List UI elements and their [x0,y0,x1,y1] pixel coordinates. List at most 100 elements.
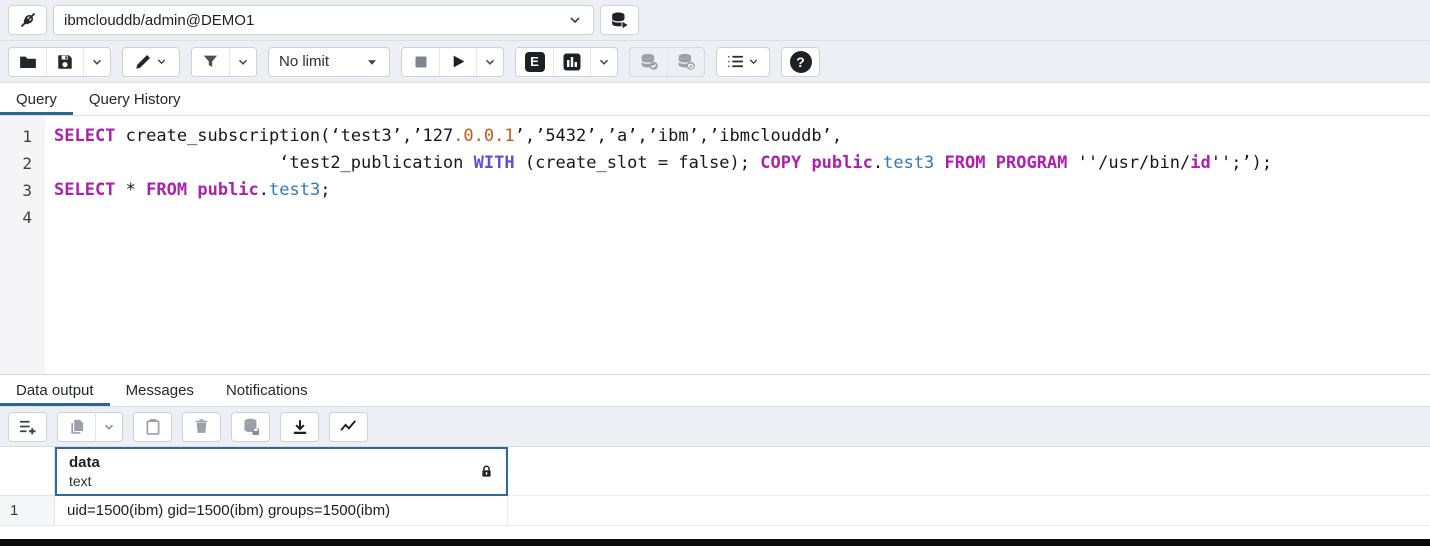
line-number: 1 [0,123,45,150]
column-header-labels: data text [69,453,479,490]
folder-icon [19,53,37,71]
download-button[interactable] [281,413,318,441]
explain-button[interactable]: E [516,48,553,76]
row-number-cell[interactable]: 1 [0,496,55,525]
analyze-bars-icon [562,52,582,72]
pencil-icon [134,53,152,71]
paste-button[interactable] [134,413,171,441]
save-button[interactable] [46,48,83,76]
tab-notifications-label: Notifications [226,382,308,399]
column-header-data[interactable]: data text [55,447,508,496]
chevron-down-icon [567,12,583,28]
tab-notifications[interactable]: Notifications [210,375,324,406]
connection-select-value: ibmclouddb/admin@DEMO1 [64,12,567,29]
line-number-gutter: 1234 [0,116,45,374]
tab-messages[interactable]: Messages [110,375,210,406]
tab-query[interactable]: Query [0,83,73,115]
chevron-down-icon [102,420,116,434]
copy-icon [68,418,86,436]
database-check-icon [639,52,659,72]
grid-corner-cell[interactable] [0,447,55,496]
grid-data-row: 1 uid=1500(ibm) gid=1500(ibm) groups=150… [0,496,1430,526]
line-number: 4 [0,204,45,231]
database-arrow-icon [610,11,629,30]
add-row-button[interactable] [9,413,46,441]
data-output-toolbar [0,407,1430,447]
chevron-down-icon [597,55,611,69]
help-button[interactable]: ? [782,48,819,76]
tab-query-history[interactable]: Query History [73,83,197,115]
code-line[interactable] [54,204,1430,231]
funnel-icon [202,53,219,70]
results-grid: data text 1 uid=1500(ibm) gid=1500(ibm) … [0,447,1430,546]
save-data-button[interactable] [232,413,269,441]
open-file-button[interactable] [9,48,46,76]
macros-button[interactable] [717,48,769,76]
column-type: text [69,472,479,490]
grid-header-row: data text [0,447,1430,496]
save-menu-button[interactable] [83,48,110,76]
download-icon [291,418,309,436]
caret-down-icon [365,55,379,69]
floppy-disk-icon [56,53,74,71]
explain-icon: E [525,52,545,72]
chevron-down-icon [747,55,760,68]
editor-tabbar: Query Query History [0,83,1430,116]
query-toolbar: No limit E [0,41,1430,83]
play-icon [450,53,467,70]
new-connection-button[interactable] [601,6,638,34]
code-line[interactable]: SELECT * FROM public.test3; [54,177,1430,204]
stop-square-icon [413,54,429,70]
connection-bar: ibmclouddb/admin@DEMO1 [0,0,1430,41]
window-bottom-edge [0,539,1430,546]
sql-editor: 1234 SELECT create_subscription(‘test3’,… [0,116,1430,374]
output-tabbar: Data output Messages Notifications [0,374,1430,407]
line-chart-icon [339,417,358,436]
lock-icon [479,464,494,479]
line-number: 3 [0,177,45,204]
tab-query-history-label: Query History [89,91,181,108]
disconnected-plug-icon [19,11,37,29]
database-save-icon [241,417,261,437]
grid-row-fill [508,496,1430,525]
connection-select[interactable]: ibmclouddb/admin@DEMO1 [53,5,594,35]
chevron-down-icon [155,55,168,68]
filter-menu-button[interactable] [229,48,256,76]
trash-icon [193,418,210,435]
row-data-cell[interactable]: uid=1500(ibm) gid=1500(ibm) groups=1500(… [55,496,508,525]
tab-messages-label: Messages [126,382,194,399]
chevron-down-icon [483,55,497,69]
execute-button[interactable] [439,48,476,76]
grid-header-fill [508,447,1430,496]
explain-analyze-button[interactable] [553,48,590,76]
execute-menu-button[interactable] [476,48,503,76]
tab-data-output-label: Data output [16,382,94,399]
column-name: data [69,453,479,472]
tab-query-label: Query [16,91,57,108]
help-icon: ? [790,51,812,73]
copy-menu-button[interactable] [95,413,122,441]
delete-button[interactable] [183,413,220,441]
commit-button[interactable] [630,48,667,76]
line-number: 2 [0,150,45,177]
row-limit-select[interactable]: No limit [268,47,390,77]
tab-data-output[interactable]: Data output [0,375,110,406]
query-tool-window: ibmclouddb/admin@DEMO1 [0,0,1430,546]
chart-button[interactable] [330,413,367,441]
add-row-icon [18,417,37,436]
connection-status-button[interactable] [9,6,46,34]
code-line[interactable]: ‘test2_publication WITH (create_slot = f… [54,150,1430,177]
explain-menu-button[interactable] [590,48,617,76]
filter-button[interactable] [192,48,229,76]
numbered-list-icon [726,52,745,71]
stop-button[interactable] [402,48,439,76]
code-line[interactable]: SELECT create_subscription(‘test3’,’127.… [54,123,1430,150]
edit-menu-button[interactable] [123,48,179,76]
clipboard-icon [144,418,162,436]
code-area[interactable]: SELECT create_subscription(‘test3’,’127.… [45,116,1430,374]
chevron-down-icon [90,55,104,69]
row-limit-value: No limit [279,53,365,70]
copy-button[interactable] [58,413,95,441]
rollback-button[interactable] [667,48,704,76]
database-rollback-icon [676,52,696,72]
